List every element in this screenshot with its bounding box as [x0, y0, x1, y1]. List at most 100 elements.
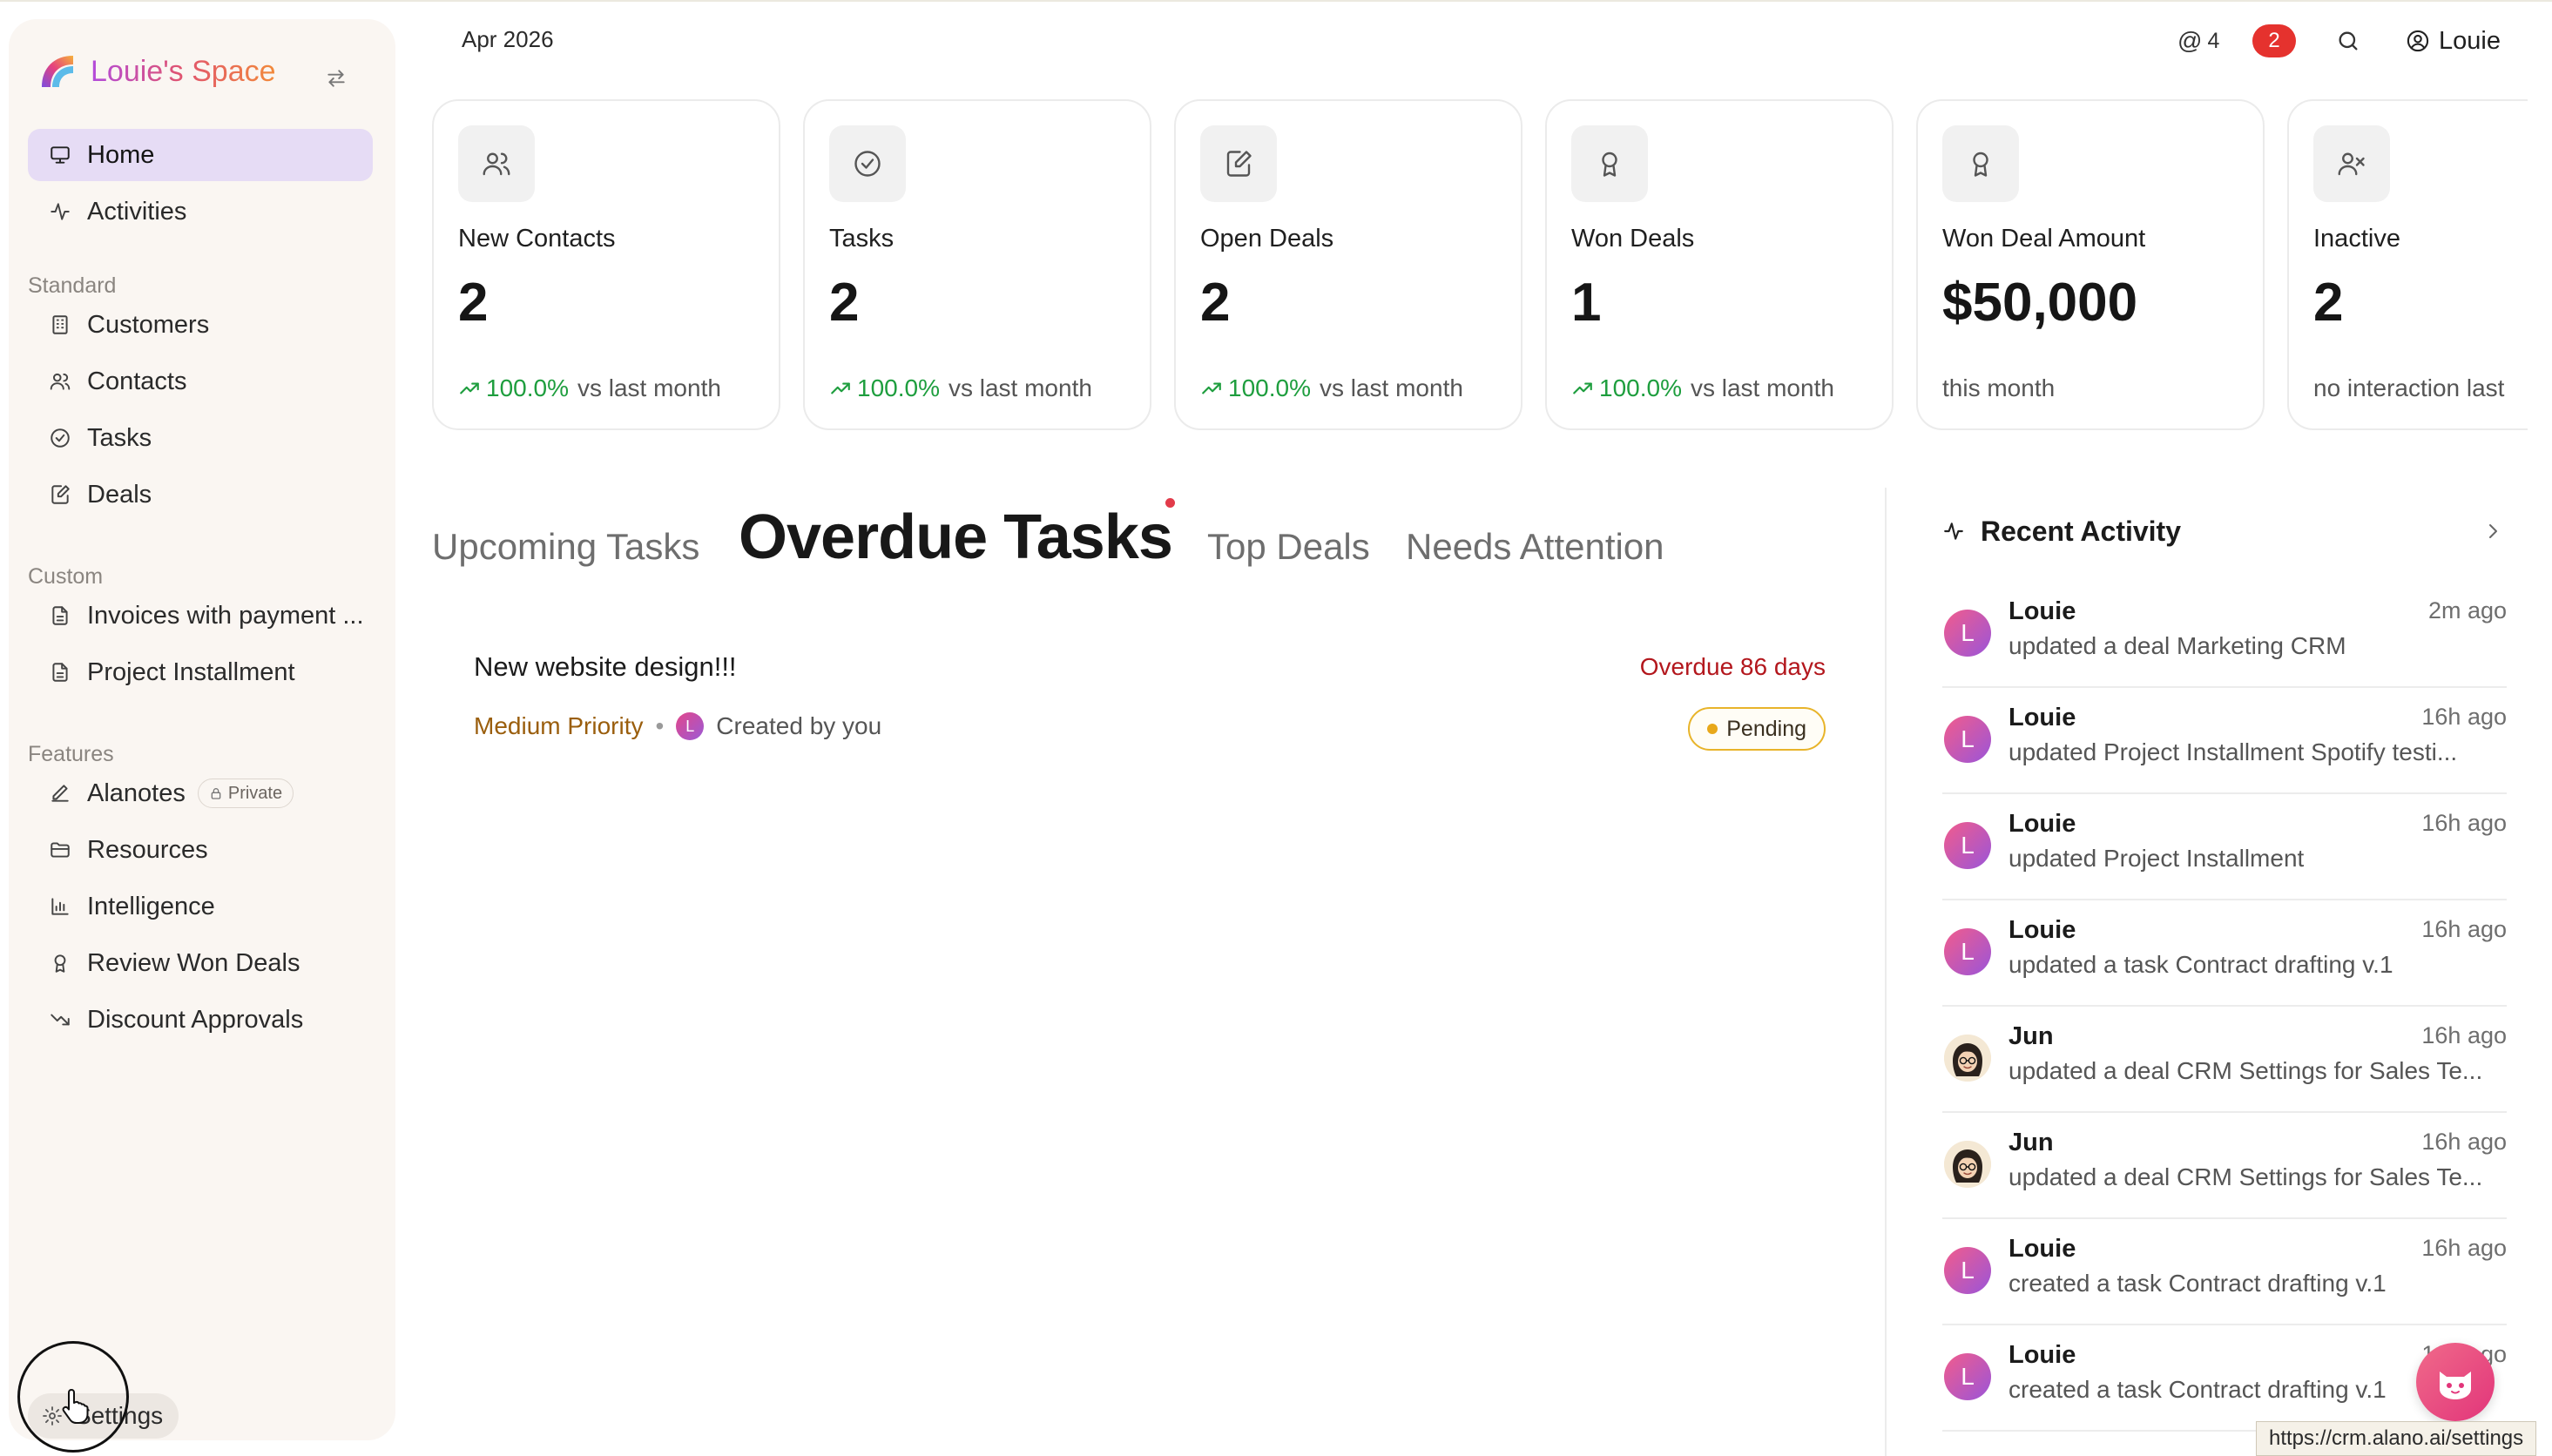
avatar: L [1944, 1247, 1991, 1294]
meta-separator: • [655, 712, 665, 739]
status-dot [1707, 724, 1718, 734]
sidebar-item-label: Contacts [87, 367, 187, 395]
stat-change: 100.0% [1228, 374, 1311, 401]
user-menu-button[interactable]: Louie [2406, 21, 2501, 61]
pen-icon [47, 780, 73, 806]
activity-text: created a task Contract drafting v.1 [2009, 1270, 2387, 1297]
stats-row: New Contacts 2 100.0% vs last month Task… [432, 99, 2528, 430]
stat-suffix: vs last month [577, 374, 721, 401]
sidebar-item-label: Customers [87, 310, 210, 339]
stat-footer: 100.0% vs last month [458, 374, 721, 402]
stat-card-tasks[interactable]: Tasks 2 100.0% vs last month [803, 99, 1151, 430]
stat-card-won-deals[interactable]: Won Deals 1 100.0% vs last month [1545, 99, 1894, 430]
assistant-chat-button[interactable] [2416, 1343, 2495, 1421]
avatar: L [1944, 716, 1991, 763]
sidebar-item-resources[interactable]: Resources [28, 824, 373, 876]
activity-item[interactable]: L Louie 16h ago created a task Contract … [1942, 1219, 2507, 1325]
stat-value: 2 [458, 273, 489, 333]
sidebar-item-project-installment[interactable]: Project Installment [28, 646, 373, 698]
stat-card-open-deals[interactable]: Open Deals 2 100.0% vs last month [1174, 99, 1522, 430]
stat-card-won-deal-amount[interactable]: Won Deal Amount $50,000 this month [1916, 99, 2265, 430]
sidebar-item-tasks[interactable]: Tasks [28, 412, 373, 464]
stat-suffix: no interaction last [2313, 374, 2505, 401]
stat-card-new-contacts[interactable]: New Contacts 2 100.0% vs last month [432, 99, 780, 430]
sidebar-item-alanotes[interactable]: Alanotes Private [28, 767, 373, 819]
collapse-sidebar-button[interactable] [322, 64, 350, 92]
swap-arrows-icon [327, 70, 345, 87]
brand[interactable]: Louie's Space [38, 47, 276, 96]
sidebar-item-label: Invoices with payment ... [87, 601, 364, 630]
stat-footer: no interaction last [2313, 374, 2504, 402]
sidebar-item-discount-approvals[interactable]: Discount Approvals [28, 994, 373, 1046]
section-label-features: Features [28, 742, 114, 766]
activity-time: 16h ago [2421, 704, 2507, 730]
section-label-custom: Custom [28, 564, 104, 589]
task-priority: Medium Priority [474, 712, 644, 739]
avatar: L [1944, 610, 1991, 657]
user-circle-icon [2407, 30, 2429, 52]
mentions-button[interactable]: @ 4 [2177, 21, 2219, 61]
activity-item[interactable]: L Louie 2m ago updated a deal Marketing … [1942, 582, 2507, 688]
search-button[interactable] [2333, 21, 2364, 61]
recent-activity-expand-button[interactable] [2479, 517, 2507, 545]
activity-item[interactable]: L Louie 16h ago updated Project Installm… [1942, 688, 2507, 794]
activity-icon [47, 199, 73, 225]
sidebar-item-intelligence[interactable]: Intelligence [28, 880, 373, 933]
task-meta: Medium Priority • L Created by you [474, 709, 881, 744]
tab-upcoming-tasks[interactable]: Upcoming Tasks [432, 526, 699, 568]
cat-bot-icon [2440, 1372, 2471, 1399]
activity-user: Louie [2009, 597, 2076, 625]
monitor-icon [47, 142, 73, 168]
tab-top-deals[interactable]: Top Deals [1207, 526, 1370, 568]
stat-change: 100.0% [486, 374, 569, 401]
private-badge: Private [197, 779, 294, 808]
stat-label: New Contacts [458, 225, 616, 253]
lock-icon [211, 788, 221, 799]
link-url-tooltip: https://crm.alano.ai/settings [2256, 1421, 2537, 1456]
status-badge[interactable]: Pending [1688, 707, 1826, 751]
activity-item[interactable]: Jun 16h ago updated a deal CRM Settings … [1942, 1007, 2507, 1113]
status-label: Pending [1726, 716, 1806, 741]
stat-footer: 100.0% vs last month [1571, 374, 1834, 402]
sidebar-item-review-won-deals[interactable]: Review Won Deals [28, 937, 373, 989]
tab-overdue-tasks[interactable]: Overdue Tasks [739, 502, 1173, 573]
sidebar-item-activities[interactable]: Activities [28, 185, 373, 238]
user-x-icon [2313, 125, 2390, 202]
section-label-standard: Standard [28, 273, 117, 298]
avatar [1944, 1035, 1991, 1082]
panel-divider [1885, 488, 1887, 1456]
sidebar-item-contacts[interactable]: Contacts [28, 355, 373, 408]
stat-label: Open Deals [1200, 225, 1334, 253]
activity-item[interactable]: L Louie 16h ago updated Project Installm… [1942, 794, 2507, 900]
stat-footer: this month [1942, 374, 2055, 402]
stat-card-inactive[interactable]: Inactive 2 no interaction last [2287, 99, 2528, 430]
activity-user: Louie [2009, 810, 2076, 838]
chevron-right-icon [2489, 524, 2497, 538]
sidebar-item-label: Activities [87, 197, 187, 226]
hand-cursor-icon [62, 1389, 89, 1424]
sidebar-item-label: Discount Approvals [87, 1005, 304, 1034]
task-row[interactable]: New website design!!! Overdue 86 days Me… [448, 639, 1852, 770]
sidebar-item-label: Alanotes [87, 779, 186, 807]
activity-user: Louie [2009, 1341, 2076, 1369]
users-icon [47, 368, 73, 394]
sidebar-item-label: Tasks [87, 423, 152, 452]
sidebar-item-home[interactable]: Home [28, 129, 373, 181]
sidebar-item-customers[interactable]: Customers [28, 299, 373, 351]
activity-item[interactable]: Jun 16h ago updated a deal CRM Settings … [1942, 1113, 2507, 1219]
activity-time: 2m ago [2427, 597, 2507, 624]
stat-footer: 100.0% vs last month [829, 374, 1092, 402]
award-icon [47, 950, 73, 976]
sidebar-item-invoices[interactable]: Invoices with payment ... [28, 590, 373, 642]
sidebar-item-deals[interactable]: Deals [28, 468, 373, 521]
activity-time: 16h ago [2421, 810, 2507, 836]
trending-up-icon [460, 382, 479, 394]
notifications-badge[interactable]: 2 [2252, 24, 2296, 57]
trending-up-icon [1202, 382, 1221, 394]
task-title: New website design!!! [474, 651, 737, 682]
activity-text: updated a deal CRM Settings for Sales Te… [2009, 1163, 2483, 1190]
activity-item[interactable]: L Louie 16h ago updated a task Contract … [1942, 900, 2507, 1007]
tab-needs-attention[interactable]: Needs Attention [1406, 526, 1664, 568]
activity-time: 16h ago [2421, 1022, 2507, 1048]
overdue-indicator-dot [1165, 498, 1175, 508]
